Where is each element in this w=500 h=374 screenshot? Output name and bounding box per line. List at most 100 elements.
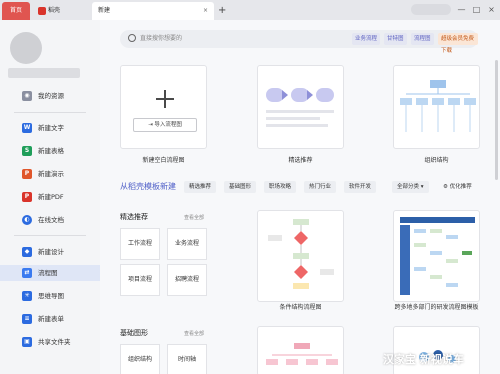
ppt-icon: P xyxy=(22,169,32,179)
vip-download-badge[interactable]: 超级会员免费下载 xyxy=(438,33,478,54)
sidebar-item-label: 新建PDF xyxy=(38,193,64,201)
window-controls: — □ × xyxy=(411,4,496,15)
org-chart-label: 组织结构 xyxy=(424,157,449,164)
sidebar-item-new-design[interactable]: ◆ 新建设计 xyxy=(0,244,100,260)
sidebar-item-label: 在线文档 xyxy=(38,216,64,224)
shared-folder-icon: ▣ xyxy=(22,337,32,347)
tab-wps-daoke[interactable]: 稻壳 xyxy=(34,2,88,20)
blank-flowchart-card[interactable]: ⇥ 导入流程图 xyxy=(120,65,207,149)
featured-view-all-link[interactable]: 查看全部 xyxy=(184,214,204,221)
plus-icon xyxy=(156,90,174,108)
template-tag-card[interactable]: 组织结构 xyxy=(120,344,160,374)
user-name-blurred xyxy=(8,68,80,78)
template-card-rd-process[interactable] xyxy=(393,210,480,302)
design-icon: ◆ xyxy=(22,247,32,257)
sidebar: ◉ 我的资源 W 新建文字 S 新建表格 P 新建演示 P 新建PDF ◐ 在线… xyxy=(0,20,100,374)
sidebar-item-label: 新建表格 xyxy=(38,147,64,155)
sheet-icon: S xyxy=(22,146,32,156)
sidebar-item-my-resources[interactable]: ◉ 我的资源 xyxy=(0,88,100,104)
sidebar-divider xyxy=(14,235,86,236)
featured-thumbnail xyxy=(266,88,334,127)
search-bar[interactable]: 直接搜你想要的 业务流程 甘特图 流程图 超级会员免费下载 xyxy=(120,30,478,54)
ai-recommend-label: 优化推荐 xyxy=(449,184,472,190)
search-tag[interactable]: 流程图 xyxy=(411,33,434,45)
category-tab[interactable]: 精选推荐 xyxy=(184,181,217,193)
sidebar-item-label: 新建设计 xyxy=(38,248,64,256)
sidebar-item-mindmap[interactable]: ✳ 思维导图 xyxy=(0,288,100,304)
title-bar: 首页 稻壳 新建 × + — □ × xyxy=(0,0,500,20)
conditional-flowchart-thumbnail xyxy=(268,219,334,289)
import-flowchart-button[interactable]: ⇥ 导入流程图 xyxy=(133,118,197,132)
rd-process-thumbnail xyxy=(400,217,475,295)
sidebar-item-new-word[interactable]: W 新建文字 xyxy=(0,120,100,136)
org-preview-thumbnail xyxy=(266,343,338,365)
search-icon xyxy=(128,34,136,42)
template-tag-card[interactable]: 项目流程 xyxy=(120,264,160,296)
tab-home[interactable]: 首页 xyxy=(2,2,30,20)
template-tag-card[interactable]: 业务流程 xyxy=(167,228,207,260)
sidebar-item-label: 新建表单 xyxy=(38,315,64,323)
template-section-title: 从稻壳模板新建 xyxy=(120,182,176,191)
sidebar-item-new-ppt[interactable]: P 新建演示 xyxy=(0,166,100,182)
online-doc-icon: ◐ xyxy=(22,215,32,225)
template-card-label: 条件结构流程图 xyxy=(279,304,322,311)
template-card-org-preview[interactable] xyxy=(257,326,344,374)
account-chip[interactable] xyxy=(411,4,451,15)
category-tab[interactable]: 热门行业 xyxy=(304,181,337,193)
sidebar-item-shared-folder[interactable]: ▣ 共享文件夹 xyxy=(0,334,100,350)
featured-block-title: 精选推荐 xyxy=(120,213,148,221)
tab-new[interactable]: 新建 × xyxy=(92,2,214,20)
mindmap-icon: ✳ xyxy=(22,291,32,301)
all-categories-dropdown[interactable]: 全部分类 ▾ xyxy=(392,181,429,193)
sidebar-item-label: 流程图 xyxy=(38,269,58,277)
org-chart-card[interactable] xyxy=(393,65,480,149)
scrollbar[interactable] xyxy=(495,60,498,180)
template-tag-card[interactable]: 工作流程 xyxy=(120,228,160,260)
add-tab-button[interactable]: + xyxy=(218,2,226,20)
org-chart-thumbnail xyxy=(400,80,476,132)
tab-wps-label: 稻壳 xyxy=(48,7,61,14)
template-card-conditional[interactable] xyxy=(257,210,344,302)
sidebar-item-label: 新建演示 xyxy=(38,170,64,178)
search-tag[interactable]: 业务流程 xyxy=(352,33,381,45)
template-card-label: 跨多地多部门的研发流程图模板 xyxy=(394,304,479,311)
window-close-button[interactable]: × xyxy=(487,5,496,14)
sidebar-item-new-form[interactable]: ≡ 新建表单 xyxy=(0,311,100,327)
featured-label: 精选推荐 xyxy=(288,157,313,164)
flowchart-icon: ⇄ xyxy=(22,268,32,278)
category-tab[interactable]: 软件开发 xyxy=(344,181,377,193)
sidebar-item-flowchart[interactable]: ⇄ 流程图 xyxy=(0,265,100,281)
sidebar-item-label: 新建文字 xyxy=(38,124,64,132)
pdf-icon: P xyxy=(22,192,32,202)
sidebar-item-online-doc[interactable]: ◐ 在线文档 xyxy=(0,212,100,228)
word-icon: W xyxy=(22,123,32,133)
category-tab[interactable]: 基础图形 xyxy=(224,181,257,193)
template-tag-card[interactable]: 招聘流程 xyxy=(167,264,207,296)
maximize-button[interactable]: □ xyxy=(472,5,481,14)
sidebar-item-label: 思维导图 xyxy=(38,292,64,300)
blank-flowchart-label: 新建空白流程图 xyxy=(142,157,185,164)
search-tag[interactable]: 甘特图 xyxy=(384,33,407,45)
basic-block-title: 基础图形 xyxy=(120,329,148,337)
template-tag-card[interactable]: 时间轴 xyxy=(167,344,207,374)
wps-logo-icon xyxy=(38,6,46,15)
import-flowchart-label: 导入流程图 xyxy=(154,122,182,128)
minimize-button[interactable]: — xyxy=(457,5,466,14)
sidebar-item-label: 共享文件夹 xyxy=(38,338,71,346)
sidebar-item-new-pdf[interactable]: P 新建PDF xyxy=(0,189,100,205)
category-tab[interactable]: 职场攻略 xyxy=(264,181,297,193)
sidebar-item-label: 我的资源 xyxy=(38,92,64,100)
basic-view-all-link[interactable]: 查看全部 xyxy=(184,330,204,337)
avatar[interactable] xyxy=(10,32,42,64)
form-icon: ≡ xyxy=(22,314,32,324)
watermark-text: 汉家宝 新视说车 xyxy=(383,353,464,366)
ai-recommend-toggle[interactable]: ⚙ 优化推荐 xyxy=(438,181,477,193)
sidebar-divider xyxy=(14,112,86,113)
resource-icon: ◉ xyxy=(22,91,32,101)
tab-new-label: 新建 xyxy=(98,7,111,14)
featured-card[interactable] xyxy=(257,65,344,149)
search-input[interactable]: 直接搜你想要的 xyxy=(140,30,182,48)
tab-close-icon[interactable]: × xyxy=(203,2,208,20)
sidebar-item-new-sheet[interactable]: S 新建表格 xyxy=(0,143,100,159)
main-content: 直接搜你想要的 业务流程 甘特图 流程图 超级会员免费下载 ⇥ 导入流程图 新建… xyxy=(100,20,500,374)
